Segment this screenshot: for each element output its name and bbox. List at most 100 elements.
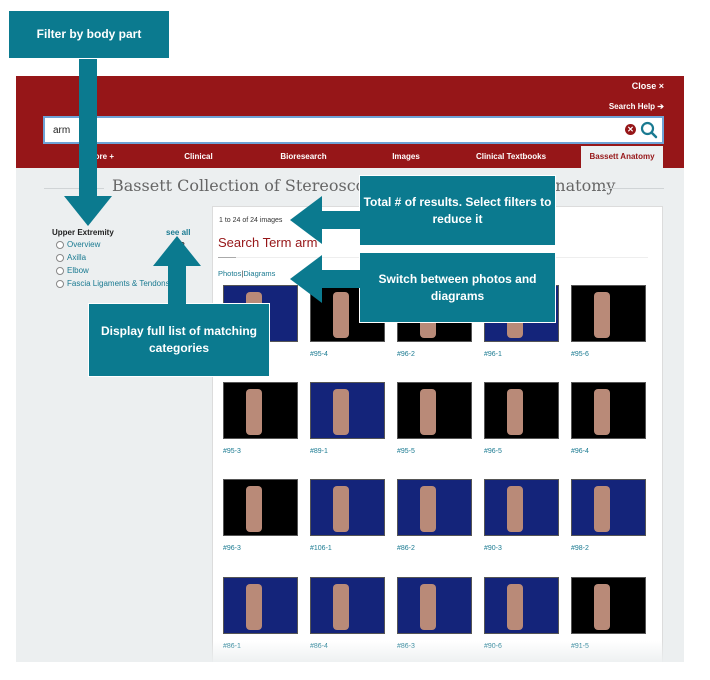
search-help-link[interactable]: Search Help ➔ <box>609 102 664 111</box>
diagrams-link[interactable]: Diagrams <box>243 269 275 278</box>
thumbnail-image[interactable] <box>571 285 646 342</box>
thumbnail[interactable]: #96-5 <box>484 382 559 455</box>
thumbnail-label[interactable]: #95-4 <box>310 351 328 358</box>
facet-label: Elbow <box>67 266 89 275</box>
arrow-shaft <box>320 270 360 288</box>
arrow-up-icon <box>153 236 201 266</box>
thumbnail[interactable]: #86-3 <box>397 577 472 650</box>
tab-clinical[interactable]: Clinical <box>151 146 246 168</box>
thumbnail-image[interactable] <box>571 577 646 634</box>
radio-button[interactable] <box>56 279 64 288</box>
specimen-shape <box>419 583 436 631</box>
callout-switch: Switch between photos and diagrams <box>359 252 556 323</box>
close-link[interactable]: Close × <box>632 81 664 91</box>
divider <box>218 257 236 258</box>
callout-display: Display full list of matching categories <box>88 303 270 377</box>
arrow-left-icon <box>290 196 322 244</box>
specimen-shape <box>419 388 436 436</box>
result-count: 1 to 24 of 24 images <box>219 217 283 224</box>
thumbnail-image[interactable] <box>310 382 385 439</box>
thumbnail-label[interactable]: #96-2 <box>397 351 415 358</box>
specimen-shape <box>419 485 436 533</box>
specimen-shape <box>332 388 349 436</box>
thumbnail[interactable]: #95-6 <box>571 285 646 358</box>
thumbnail-label[interactable]: #89-1 <box>310 448 328 455</box>
thumbnail-label[interactable]: #96-3 <box>223 545 241 552</box>
photos-link[interactable]: Photos <box>218 269 241 278</box>
facet-label: Axilla <box>67 253 87 262</box>
thumbnail-image[interactable] <box>484 479 559 536</box>
thumbnail-image[interactable] <box>223 479 298 536</box>
title-rule <box>602 188 664 189</box>
facet-label: Overview <box>67 240 101 249</box>
thumbnail[interactable]: #91-5 <box>571 577 646 650</box>
thumbnail-image[interactable] <box>397 479 472 536</box>
radio-button[interactable] <box>56 240 64 249</box>
specimen-shape <box>245 485 262 533</box>
specimen-shape <box>506 485 523 533</box>
thumbnail[interactable]: #106-1 <box>310 479 385 552</box>
thumbnail-label[interactable]: #96-4 <box>571 448 589 455</box>
search-box: ✕ <box>43 116 664 144</box>
thumbnail-image[interactable] <box>397 382 472 439</box>
specimen-shape <box>245 388 262 436</box>
thumbnail[interactable]: #89-1 <box>310 382 385 455</box>
thumbnail[interactable]: #95-3 <box>223 382 298 455</box>
thumbnail-image[interactable] <box>397 577 472 634</box>
search-icon[interactable] <box>640 121 658 139</box>
thumbnail[interactable]: #86-2 <box>397 479 472 552</box>
thumbnail-label[interactable]: #96-1 <box>484 351 502 358</box>
thumbnail-label[interactable]: #95-6 <box>571 351 589 358</box>
specimen-shape <box>593 485 610 533</box>
thumbnail-image[interactable] <box>223 577 298 634</box>
bottom-fade <box>16 641 684 662</box>
tab-bassett-anatomy[interactable]: Bassett Anatomy <box>581 146 663 168</box>
thumbnail[interactable]: #90-6 <box>484 577 559 650</box>
arrow-shaft <box>79 59 97 199</box>
facet-label: Fascia Ligaments & Tendons <box>67 279 170 288</box>
tab-more[interactable]: More + <box>56 146 146 168</box>
specimen-shape <box>506 388 523 436</box>
thumbnail-image[interactable] <box>484 382 559 439</box>
thumbnail[interactable]: #86-4 <box>310 577 385 650</box>
thumbnail-image[interactable] <box>223 382 298 439</box>
radio-button[interactable] <box>56 253 64 262</box>
thumbnail[interactable]: #90-3 <box>484 479 559 552</box>
view-toggle: Photos|Diagrams <box>218 269 275 278</box>
thumbnail-label[interactable]: #90-3 <box>484 545 502 552</box>
specimen-shape <box>332 583 349 631</box>
tab-images[interactable]: Images <box>361 146 451 168</box>
thumbnail-image[interactable] <box>310 577 385 634</box>
thumbnail-label[interactable]: #86-2 <box>397 545 415 552</box>
thumbnail-label[interactable]: #95-5 <box>397 448 415 455</box>
thumbnail-image[interactable] <box>310 479 385 536</box>
nav-tabs: More + Clinical Bioresearch Images Clini… <box>16 146 684 168</box>
thumbnail[interactable]: #96-3 <box>223 479 298 552</box>
search-input[interactable] <box>53 118 613 142</box>
specimen-shape <box>506 583 523 631</box>
thumbnail[interactable]: #98-2 <box>571 479 646 552</box>
callout-filter: Filter by body part <box>8 10 170 59</box>
thumbnail-image[interactable] <box>571 382 646 439</box>
tab-clinical-textbooks[interactable]: Clinical Textbooks <box>456 146 566 168</box>
thumbnail-label[interactable]: #98-2 <box>571 545 589 552</box>
specimen-shape <box>332 291 349 339</box>
specimen-shape <box>593 388 610 436</box>
facet-item-fascia[interactable]: Fascia Ligaments & Tendons <box>56 277 170 290</box>
thumbnail-label[interactable]: #96-5 <box>484 448 502 455</box>
thumbnail-image[interactable] <box>571 479 646 536</box>
specimen-shape <box>332 485 349 533</box>
specimen-shape <box>593 291 610 339</box>
arrow-left-icon <box>290 255 322 303</box>
radio-button[interactable] <box>56 266 64 275</box>
thumbnail-image[interactable] <box>484 577 559 634</box>
clear-icon[interactable]: ✕ <box>625 124 636 135</box>
specimen-shape <box>593 583 610 631</box>
tab-bioresearch[interactable]: Bioresearch <box>256 146 351 168</box>
thumbnail[interactable]: #95-5 <box>397 382 472 455</box>
arrow-shaft <box>320 211 360 229</box>
thumbnail-label[interactable]: #106-1 <box>310 545 332 552</box>
thumbnail[interactable]: #96-4 <box>571 382 646 455</box>
thumbnail-label[interactable]: #95-3 <box>223 448 241 455</box>
thumbnail[interactable]: #86-1 <box>223 577 298 650</box>
